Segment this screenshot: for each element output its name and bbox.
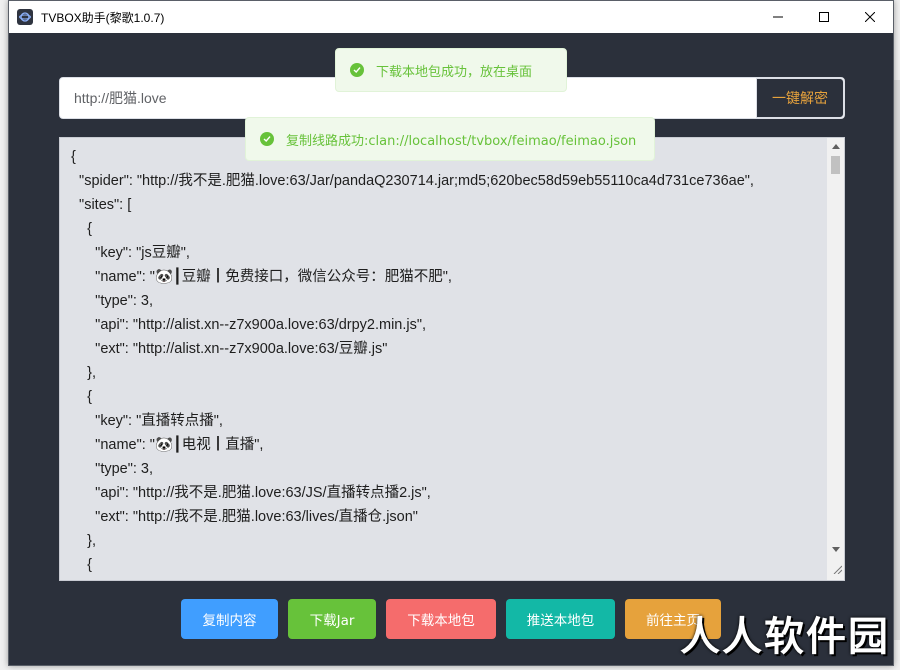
app-icon — [17, 9, 33, 25]
code-line: }, — [71, 533, 96, 549]
title-bar: TVBOX助手(黎歌1.0.7) — [9, 1, 893, 33]
json-content[interactable]: { "spider": "http://我不是.肥猫.love:63/Jar/p… — [71, 145, 824, 577]
success-check-icon — [350, 63, 364, 77]
code-line: "api": "http://我不是.肥猫.love:63/JS/直播转点播2.… — [71, 485, 431, 501]
maximize-icon — [819, 12, 829, 22]
window-title: TVBOX助手(黎歌1.0.7) — [41, 10, 165, 25]
action-buttons: 复制内容 下载Jar 下载本地包 推送本地包 前往主页 — [181, 599, 731, 639]
download-local-package-button[interactable]: 下载本地包 — [386, 599, 496, 639]
toast-text: 复制线路成功:clan://localhost/tvbox/feimao/fei… — [286, 133, 637, 149]
code-line: "name": "🐼┃豆瓣┃免费接口，微信公众号：肥猫不肥", — [71, 269, 452, 285]
scroll-up-arrow[interactable] — [827, 138, 844, 155]
code-line: { — [71, 389, 92, 405]
success-check-icon — [260, 132, 274, 146]
code-line: "spider": "http://我不是.肥猫.love:63/Jar/pan… — [71, 173, 754, 189]
main-content: 一键解密 { "spider": "http://我不是.肥猫.love:63/… — [9, 33, 893, 665]
minimize-button[interactable] — [755, 1, 801, 33]
code-line: "type": 3, — [71, 461, 154, 477]
caret-down-icon — [831, 547, 840, 552]
resize-grip[interactable] — [832, 559, 843, 578]
app-window: TVBOX助手(黎歌1.0.7) 一键解密 { "spider": "http:… — [8, 0, 894, 666]
watermark-text: 人人软件园 — [680, 614, 890, 660]
code-line: { — [71, 221, 92, 237]
code-line: "ext": "http://我不是.肥猫.love:63/lives/直播仓.… — [71, 509, 418, 525]
code-line: "key": "直播转点播", — [71, 413, 223, 429]
download-jar-button[interactable]: 下载Jar — [288, 599, 376, 639]
decrypt-button[interactable]: 一键解密 — [756, 78, 844, 118]
editor-scrollbar[interactable] — [827, 138, 844, 580]
code-line: }, — [71, 365, 96, 381]
code-line: "api": "http://alist.xn--z7x900a.love:63… — [71, 317, 427, 333]
code-line: "sites": [ — [71, 197, 132, 213]
json-editor[interactable]: { "spider": "http://我不是.肥猫.love:63/Jar/p… — [59, 137, 845, 581]
resize-grip-icon — [833, 565, 843, 575]
close-icon — [865, 12, 875, 22]
toast-copy-success: 复制线路成功:clan://localhost/tvbox/feimao/fei… — [245, 117, 655, 161]
scroll-down-arrow[interactable] — [827, 541, 844, 558]
code-line: "type": 3, — [71, 293, 154, 309]
code-line: { — [71, 557, 92, 573]
toast-download-success: 下载本地包成功，放在桌面 — [335, 48, 567, 92]
push-local-package-button[interactable]: 推送本地包 — [506, 599, 615, 639]
code-line: "name": "🐼┃电视┃直播", — [71, 437, 264, 453]
code-line: "key": "js豆瓣", — [71, 245, 190, 261]
close-button[interactable] — [847, 1, 893, 33]
caret-up-icon — [831, 144, 840, 149]
code-line: "ext": "http://alist.xn--z7x900a.love:63… — [71, 341, 388, 357]
maximize-button[interactable] — [801, 1, 847, 33]
copy-content-button[interactable]: 复制内容 — [181, 599, 278, 639]
minimize-icon — [773, 16, 783, 18]
scroll-thumb[interactable] — [831, 156, 840, 174]
toast-text: 下载本地包成功，放在桌面 — [376, 64, 533, 80]
window-controls — [755, 1, 893, 33]
